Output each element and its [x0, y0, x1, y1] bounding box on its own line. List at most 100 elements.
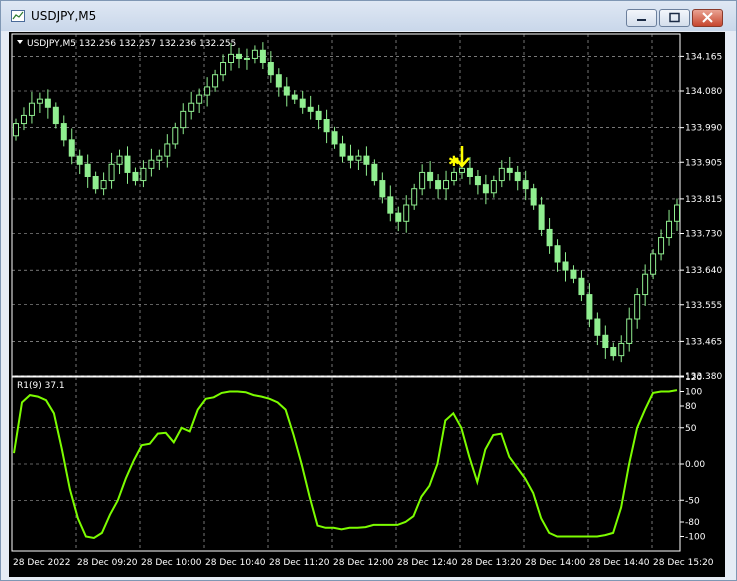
title-bar[interactable]: USDJPY,M5 — [1, 1, 736, 31]
indicator-y-tick-label: -50 — [685, 496, 700, 506]
candle — [108, 152, 115, 189]
candle — [666, 209, 673, 246]
candle — [36, 92, 43, 113]
candle-body-bull — [443, 180, 450, 190]
candle-body-bear — [371, 163, 378, 182]
candle — [658, 229, 665, 261]
candle-body-bear — [466, 167, 473, 178]
candle — [20, 107, 27, 131]
candle-body-bear — [586, 294, 593, 320]
y-tick-label: 133.815 — [685, 195, 722, 205]
candle-body-bear — [84, 163, 91, 178]
candle-body-bear — [482, 184, 489, 194]
candle-body-bull — [626, 318, 633, 344]
candle — [506, 156, 513, 181]
close-icon — [702, 12, 713, 23]
candle — [435, 174, 442, 199]
candle-body-bear — [435, 180, 442, 190]
candle — [514, 165, 521, 191]
candle — [52, 102, 59, 129]
candle-body-bull — [666, 220, 673, 239]
y-tick-label: 133.465 — [685, 337, 722, 347]
x-tick-label: 28 Dec 09:20 — [77, 558, 138, 568]
candle-body-bear — [331, 131, 338, 145]
indicator-y-tick-label: -100 — [685, 533, 706, 543]
candle-body-bear — [291, 94, 298, 100]
candle — [196, 88, 203, 113]
candle-body-bear — [315, 110, 322, 120]
candle-body-bear — [235, 53, 242, 59]
candle-body-bull — [634, 294, 641, 320]
minimize-icon — [637, 19, 646, 21]
candle — [642, 264, 649, 306]
candle-body-bear — [474, 176, 481, 186]
candle-body-bull — [451, 171, 458, 182]
candle-body-bear — [92, 176, 99, 190]
candle-body-bull — [251, 49, 258, 59]
x-tick-label: 28 Dec 14:00 — [525, 558, 586, 568]
candle-body-bull — [403, 204, 410, 222]
candle-body-bear — [363, 155, 370, 165]
candle — [419, 164, 426, 196]
candle-body-bull — [28, 102, 35, 116]
main-chart-frame — [11, 33, 681, 377]
candle — [618, 335, 625, 363]
candle-body-bear — [387, 196, 394, 214]
candle-body-bull — [164, 143, 171, 157]
candle — [570, 265, 577, 284]
candle — [355, 149, 362, 170]
indicator-header: R1(9) 37.1 — [17, 381, 65, 391]
candle-body-bear — [554, 245, 561, 263]
candle — [204, 77, 211, 107]
candle — [132, 167, 139, 186]
candle — [188, 91, 195, 120]
candle — [28, 91, 35, 124]
candle — [538, 196, 545, 236]
candle — [235, 47, 242, 69]
candle-body-bear — [522, 180, 529, 190]
candle — [554, 239, 561, 272]
candle-body-bear — [44, 98, 51, 108]
candle-body-bull — [108, 163, 115, 182]
maximize-button[interactable] — [659, 9, 690, 27]
candle-body-bull — [658, 237, 665, 255]
candle-body-bull — [180, 110, 187, 129]
candle-body-bear — [124, 155, 131, 173]
chart-window-icon — [11, 10, 25, 22]
candle-body-bear — [52, 106, 59, 125]
candle — [387, 185, 394, 222]
x-tick-label: 28 Dec 10:40 — [205, 558, 266, 568]
candle — [602, 325, 609, 359]
candle — [347, 144, 354, 169]
y-tick-label: 133.555 — [685, 301, 722, 311]
candle-body-bear — [132, 171, 139, 182]
candle — [76, 149, 83, 175]
close-button[interactable] — [692, 9, 723, 27]
candle — [100, 172, 107, 196]
candle — [259, 42, 266, 70]
candle-body-bear — [578, 277, 585, 296]
candle — [339, 135, 346, 163]
x-tick-label: 28 Dec 15:20 — [653, 558, 714, 568]
x-tick-label: 28 Dec 11:20 — [269, 558, 330, 568]
candle-body-bull — [196, 94, 203, 104]
candle-body-bear — [259, 49, 266, 64]
candle-body-bear — [347, 155, 354, 161]
price-chart-svg: USDJPY,M5 132.256 132.257 132.236 132.25… — [11, 33, 722, 568]
x-tick-label: 28 Dec 12:40 — [397, 558, 458, 568]
header-dropdown-triangle[interactable] — [17, 40, 23, 44]
candle — [124, 146, 131, 184]
indicator-y-tick-label: 100 — [685, 388, 702, 398]
candle-body-bear — [307, 106, 314, 112]
indicator-y-tick-label: 80 — [685, 402, 697, 412]
minimize-button[interactable] — [626, 9, 657, 27]
y-tick-label: 134.165 — [685, 52, 722, 62]
candle — [443, 170, 450, 201]
chart-canvas[interactable]: USDJPY,M5 132.256 132.257 132.236 132.25… — [9, 32, 725, 577]
candle-body-bear — [530, 188, 537, 206]
candle — [594, 312, 601, 346]
indicator-y-tick-label: 50 — [685, 424, 697, 434]
candle-body-bull — [100, 180, 107, 190]
y-tick-label: 134.080 — [685, 87, 722, 97]
candle-body-bear — [275, 74, 282, 88]
